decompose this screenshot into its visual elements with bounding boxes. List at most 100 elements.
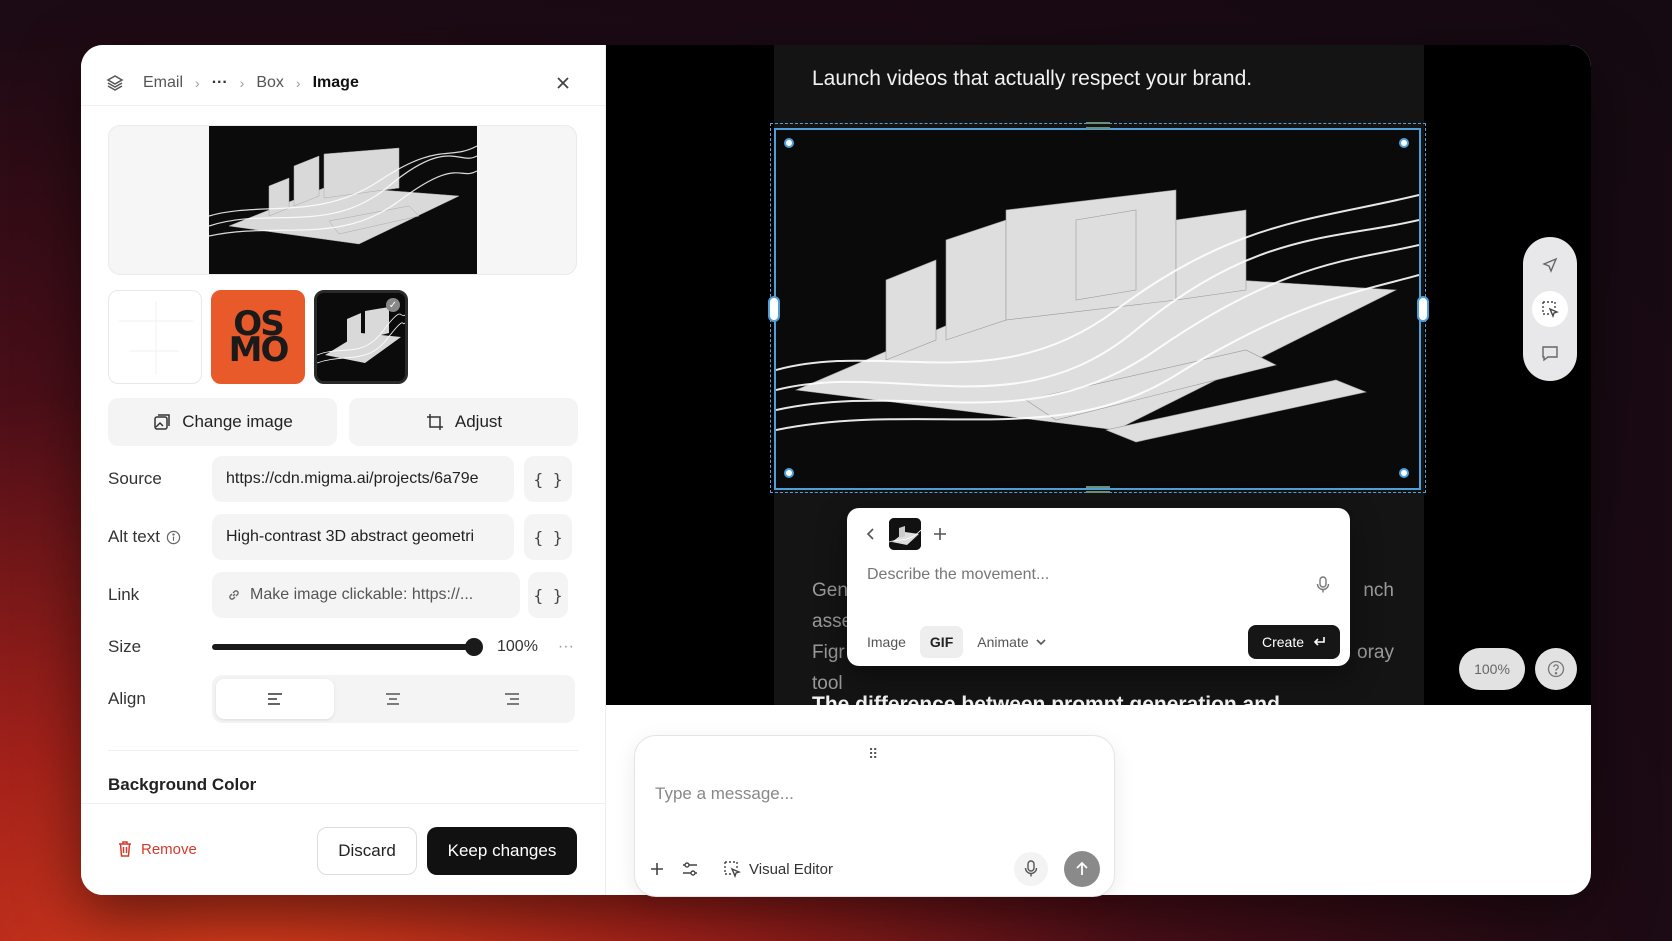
resize-handle-bl[interactable] xyxy=(784,468,794,478)
layers-icon[interactable] xyxy=(105,73,125,93)
size-slider[interactable] xyxy=(212,638,483,656)
send-button[interactable] xyxy=(1064,851,1100,887)
chevron-right-icon: › xyxy=(295,75,301,91)
microphone-icon[interactable] xyxy=(1316,576,1330,594)
size-row: Size 100% ··· xyxy=(108,623,578,671)
align-right-button[interactable] xyxy=(453,679,571,719)
link-input[interactable]: Make image clickable: https://... xyxy=(212,572,520,618)
panel-footer: Remove Discard Keep changes xyxy=(81,803,605,895)
breadcrumb: Email › ··· › Box › Image xyxy=(105,63,359,103)
message-input[interactable]: Type a message... xyxy=(655,784,794,804)
resize-handle-left[interactable] xyxy=(768,296,780,322)
enter-icon xyxy=(1312,636,1326,648)
movement-prompt-input[interactable]: Describe the movement... xyxy=(867,566,1049,584)
settings-sliders-icon[interactable] xyxy=(681,861,699,877)
alt-text-variable-button[interactable]: { } xyxy=(524,514,572,560)
zoom-level[interactable]: 100% xyxy=(1459,648,1525,690)
animate-dropdown[interactable]: Animate xyxy=(967,626,1056,658)
resize-handle-br[interactable] xyxy=(1399,468,1409,478)
breadcrumb-email[interactable]: Email xyxy=(143,74,183,92)
info-icon[interactable] xyxy=(166,530,181,545)
size-label: Size xyxy=(108,637,142,656)
resize-handle-tl[interactable] xyxy=(784,138,794,148)
thumbnail-abstract-selected[interactable]: ✓ xyxy=(314,290,408,384)
adjust-label: Adjust xyxy=(454,412,503,431)
source-variable-button[interactable]: { } xyxy=(524,456,572,502)
discard-button[interactable]: Discard xyxy=(317,827,417,875)
preview-image xyxy=(208,126,478,274)
link-placeholder: Make image clickable: https://... xyxy=(250,586,474,603)
more-options-icon[interactable]: ··· xyxy=(558,638,574,656)
align-left-button[interactable] xyxy=(216,679,335,719)
image-chip[interactable]: Image xyxy=(857,626,916,658)
heading-text: The difference between prompt generation… xyxy=(812,693,1280,705)
alt-text-input[interactable]: High-contrast 3D abstract geometri xyxy=(212,514,514,560)
image-swap-icon xyxy=(152,412,172,432)
link-label: Link xyxy=(108,585,140,604)
alt-text-row: Alt text High-contrast 3D abstract geome… xyxy=(108,513,578,561)
drag-handle-icon[interactable]: ⠿ xyxy=(868,746,879,763)
align-center-button[interactable] xyxy=(334,679,452,719)
animate-popover: Describe the movement... Image GIF Anima… xyxy=(847,508,1350,666)
chevron-left-icon[interactable] xyxy=(865,527,877,541)
selected-image[interactable] xyxy=(774,128,1421,490)
resize-handle-tr[interactable] xyxy=(1399,138,1409,148)
canvas-tool-rail xyxy=(1523,237,1577,381)
thumbnail-blank[interactable] xyxy=(108,290,202,384)
chevron-down-icon xyxy=(1035,638,1047,646)
slider-handle[interactable] xyxy=(465,638,483,656)
background-color-title: Background Color xyxy=(108,775,257,794)
alt-text-label-wrap: Alt text xyxy=(108,527,212,547)
divider xyxy=(108,750,578,751)
align-segmented-control xyxy=(212,675,575,723)
animate-label: Animate xyxy=(977,634,1029,650)
image-preview xyxy=(108,125,577,275)
visual-editor-icon xyxy=(723,860,741,878)
spacing-handle-bottom[interactable] xyxy=(1086,486,1110,493)
checkmark-icon: ✓ xyxy=(386,298,400,312)
osmo-logo: OS MO xyxy=(228,304,290,370)
source-image-thumbnail xyxy=(889,518,921,550)
change-image-button[interactable]: Change image xyxy=(108,398,337,446)
change-image-label: Change image xyxy=(182,412,293,431)
plus-icon[interactable] xyxy=(933,527,947,541)
source-input[interactable]: https://cdn.migma.ai/projects/6a79e xyxy=(212,456,514,502)
chevron-right-icon: › xyxy=(195,75,200,91)
help-icon[interactable] xyxy=(1535,648,1577,690)
close-icon[interactable] xyxy=(547,67,579,99)
divider xyxy=(81,105,605,106)
microphone-icon[interactable] xyxy=(1014,852,1048,886)
resize-handle-right[interactable] xyxy=(1417,296,1429,322)
source-label: Source xyxy=(108,469,162,488)
align-label: Align xyxy=(108,689,146,708)
select-element-tool-icon[interactable] xyxy=(1532,291,1568,327)
crop-icon xyxy=(425,412,445,432)
visual-editor-toggle[interactable]: Visual Editor xyxy=(723,860,833,878)
email-body-right: nch oray xyxy=(1357,575,1394,668)
adjust-button[interactable]: Adjust xyxy=(349,398,578,446)
link-icon xyxy=(226,587,242,603)
source-row: Source https://cdn.migma.ai/projects/6a7… xyxy=(108,455,578,503)
keep-changes-button[interactable]: Keep changes xyxy=(427,827,577,875)
create-label: Create xyxy=(1261,634,1304,650)
size-value: 100% xyxy=(497,638,538,655)
pointer-tool-icon[interactable] xyxy=(1532,247,1568,283)
gif-chip[interactable]: GIF xyxy=(919,626,964,658)
link-row: Link Make image clickable: https://... {… xyxy=(108,571,578,619)
plus-icon[interactable] xyxy=(649,861,665,877)
body-line xyxy=(1357,606,1394,637)
breadcrumb-more[interactable]: ··· xyxy=(212,74,228,92)
spacing-handle-top[interactable] xyxy=(1086,122,1110,129)
thumbnail-osmo-logo[interactable]: OS MO xyxy=(211,290,305,384)
chat-composer: ⠿ Type a message... Visual Editor xyxy=(634,735,1115,897)
remove-button[interactable]: Remove xyxy=(117,840,197,858)
email-heading-partial: The difference between prompt generation… xyxy=(812,693,1372,705)
comment-tool-icon[interactable] xyxy=(1532,335,1568,371)
visual-editor-label: Visual Editor xyxy=(749,860,833,878)
breadcrumb-box[interactable]: Box xyxy=(256,74,284,92)
image-thumbnails: OS MO ✓ xyxy=(108,290,408,384)
create-button[interactable]: Create xyxy=(1247,625,1340,659)
email-subtitle: Launch videos that actually respect your… xyxy=(812,67,1253,90)
remove-label: Remove xyxy=(141,840,197,858)
link-variable-button[interactable]: { } xyxy=(528,572,568,618)
